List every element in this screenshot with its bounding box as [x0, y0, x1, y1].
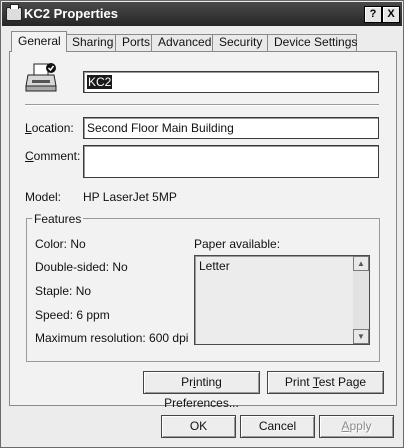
comment-label: Comment: [25, 149, 81, 163]
printer-icon [6, 4, 22, 21]
help-button[interactable]: ? [364, 6, 382, 23]
close-button[interactable]: X [382, 6, 400, 23]
features-title: Features [32, 212, 84, 226]
printer-large-icon [25, 63, 57, 92]
feature-max-resolution: Maximum resolution: 600 dpi [35, 331, 189, 345]
tab-device-settings[interactable]: Device Settings [267, 34, 357, 51]
location-label: Location: [25, 121, 74, 135]
separator [25, 104, 379, 106]
location-value: Second Floor Main Building [87, 121, 234, 135]
paper-available-label: Paper available: [194, 237, 281, 251]
tab-label: Security [219, 35, 263, 49]
tab-label: Sharing [72, 35, 114, 49]
feature-speed: Speed: 6 ppm [35, 308, 110, 322]
printer-name-field[interactable]: KC2 [83, 71, 379, 93]
tab-general[interactable]: General [11, 31, 67, 52]
printer-name-value: KC2 [87, 75, 113, 89]
tab-ports[interactable]: Ports [115, 34, 153, 51]
model-value: HP LaserJet 5MP [83, 190, 177, 204]
tab-label: General [18, 34, 61, 48]
printing-preferences-button[interactable]: Printing Preferences... [143, 371, 260, 410]
tab-advanced[interactable]: Advanced [151, 34, 214, 51]
print-test-page-button[interactable]: Print Test Page [267, 371, 384, 394]
tab-sharing[interactable]: Sharing [65, 34, 117, 51]
ok-button[interactable]: OK [161, 415, 236, 438]
apply-button[interactable]: Apply [319, 415, 394, 438]
tab-label: Ports [122, 35, 151, 49]
scroll-down-icon[interactable]: ▼ [353, 329, 369, 344]
listbox-scrollbar[interactable]: ▲ ▼ [353, 256, 369, 344]
feature-double-sided: Double-sided: No [35, 260, 128, 274]
tab-label: Device Settings [274, 35, 358, 49]
tab-security[interactable]: Security [212, 34, 269, 51]
feature-color: Color: No [35, 237, 86, 251]
scroll-up-icon[interactable]: ▲ [353, 256, 369, 271]
title-bar[interactable]: KC2 Properties ? X [2, 2, 402, 26]
list-item[interactable]: Letter [199, 259, 230, 273]
feature-staple: Staple: No [35, 284, 92, 298]
window-title: KC2 Properties [24, 6, 118, 21]
cancel-button[interactable]: Cancel [240, 415, 315, 438]
model-label: Model: [25, 190, 62, 204]
location-field[interactable]: Second Floor Main Building [83, 117, 379, 139]
comment-field[interactable] [83, 145, 379, 178]
properties-dialog: KC2 Properties ? X General Sharing Ports… [0, 0, 404, 448]
tab-label: Advanced [158, 35, 212, 49]
paper-listbox[interactable]: Letter ▲ ▼ [194, 255, 370, 345]
